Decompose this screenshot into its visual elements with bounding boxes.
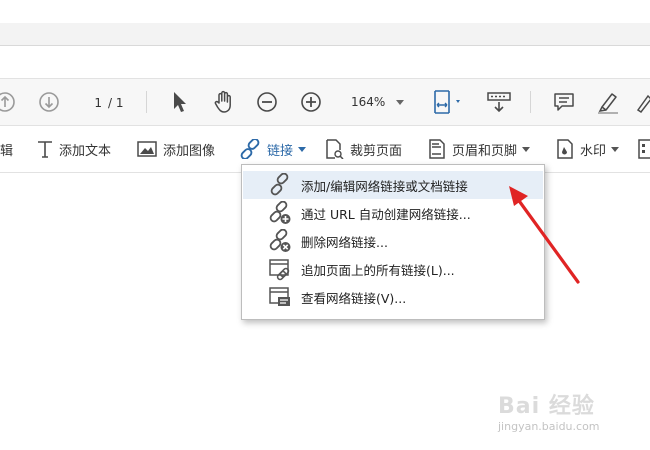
hand-tool-button[interactable] <box>210 79 238 125</box>
menu-item-append-page-links[interactable]: 追加页面上的所有链接(L)... <box>243 255 543 283</box>
append-page-links-icon <box>267 257 293 281</box>
add-image-label: 添加图像 <box>163 143 216 159</box>
menu-bar-area <box>0 46 650 79</box>
menu-item-label: 删除网络链接... <box>301 234 388 250</box>
crop-page-icon <box>324 139 344 159</box>
chevron-down-icon <box>396 100 404 105</box>
menu-item-add-edit-link[interactable]: 添加/编辑网络链接或文档链接 <box>243 171 543 199</box>
hand-icon <box>214 90 231 113</box>
comment-icon <box>554 93 574 111</box>
zoom-level-select[interactable]: 164% <box>341 92 411 112</box>
chevron-down-icon <box>611 146 620 152</box>
menu-item-label: 追加页面上的所有链接(L)... <box>301 262 455 278</box>
zoom-out-button[interactable] <box>254 79 280 125</box>
page-fit-button[interactable] <box>428 79 466 125</box>
menu-item-label: 通过 URL 自动创建网络链接... <box>301 206 471 222</box>
text-t-icon <box>37 140 53 158</box>
page-total: / 1 <box>108 96 124 110</box>
previous-page-button[interactable] <box>0 79 18 125</box>
menu-item-view-links[interactable]: 查看网络链接(V)... <box>243 283 543 311</box>
background-button[interactable] <box>638 126 650 172</box>
next-page-button[interactable] <box>36 79 62 125</box>
title-area <box>0 0 650 23</box>
watermark-label: 水印 <box>580 143 607 159</box>
header-footer-label: 页眉和页脚 <box>452 143 518 159</box>
view-links-icon <box>267 285 293 309</box>
image-icon <box>137 141 157 157</box>
scrolling-mode-button[interactable] <box>484 79 514 125</box>
highlighter-pen-icon <box>598 93 618 114</box>
link-add-icon <box>267 201 293 225</box>
edit-tool-label: 辑 <box>0 143 14 159</box>
link-chain-icon <box>239 139 261 159</box>
link-dropdown-menu: 添加/编辑网络链接或文档链接 通过 URL 自动创建网络链接... 删除网络链接… <box>241 164 545 320</box>
background-icon <box>638 139 650 159</box>
highlight-button[interactable] <box>594 79 622 125</box>
toolbar-divider <box>530 91 531 113</box>
toolbar-divider <box>146 91 147 113</box>
header-footer-icon <box>428 139 446 159</box>
menu-item-remove-links[interactable]: 删除网络链接... <box>243 227 543 255</box>
arrow-down-circle-icon <box>39 92 59 112</box>
draw-button[interactable] <box>636 79 650 125</box>
scroll-mode-icon <box>487 92 511 113</box>
pen-icon <box>636 94 650 114</box>
add-text-button[interactable]: 添加文本 <box>37 126 111 172</box>
watermark-brand: Bai 经验 <box>498 394 595 419</box>
chevron-down-icon <box>522 146 531 152</box>
crop-page-label: 裁剪页面 <box>350 143 403 159</box>
minus-circle-icon <box>257 92 277 112</box>
fit-page-icon <box>434 90 460 114</box>
watermark-button[interactable]: 水印 <box>556 126 620 172</box>
watermark-icon <box>556 139 574 159</box>
menu-item-label: 添加/编辑网络链接或文档链接 <box>301 178 468 194</box>
zoom-in-button[interactable] <box>298 79 324 125</box>
select-tool-button[interactable] <box>168 79 192 125</box>
chevron-down-icon <box>298 146 307 152</box>
cursor-arrow-icon <box>174 92 186 112</box>
link-edit-icon <box>267 173 293 197</box>
menu-item-label: 查看网络链接(V)... <box>301 290 407 306</box>
add-text-label: 添加文本 <box>59 143 112 159</box>
arrow-up-circle-icon <box>0 92 15 112</box>
link-label: 链接 <box>267 143 294 159</box>
zoom-level-value: 164% <box>351 95 386 109</box>
link-remove-icon <box>267 229 293 253</box>
add-image-button[interactable]: 添加图像 <box>137 126 215 172</box>
tab-strip <box>0 23 650 46</box>
edit-tool-partial[interactable]: 辑 <box>0 126 13 172</box>
menu-item-create-url-links[interactable]: 通过 URL 自动创建网络链接... <box>243 199 543 227</box>
watermark-url: jingyan.baidu.com <box>498 420 600 433</box>
main-toolbar: 1 / 1 164% <box>0 79 650 126</box>
page-number-input[interactable]: 1 <box>78 94 106 112</box>
plus-circle-icon <box>301 92 321 112</box>
comment-button[interactable] <box>550 79 578 125</box>
